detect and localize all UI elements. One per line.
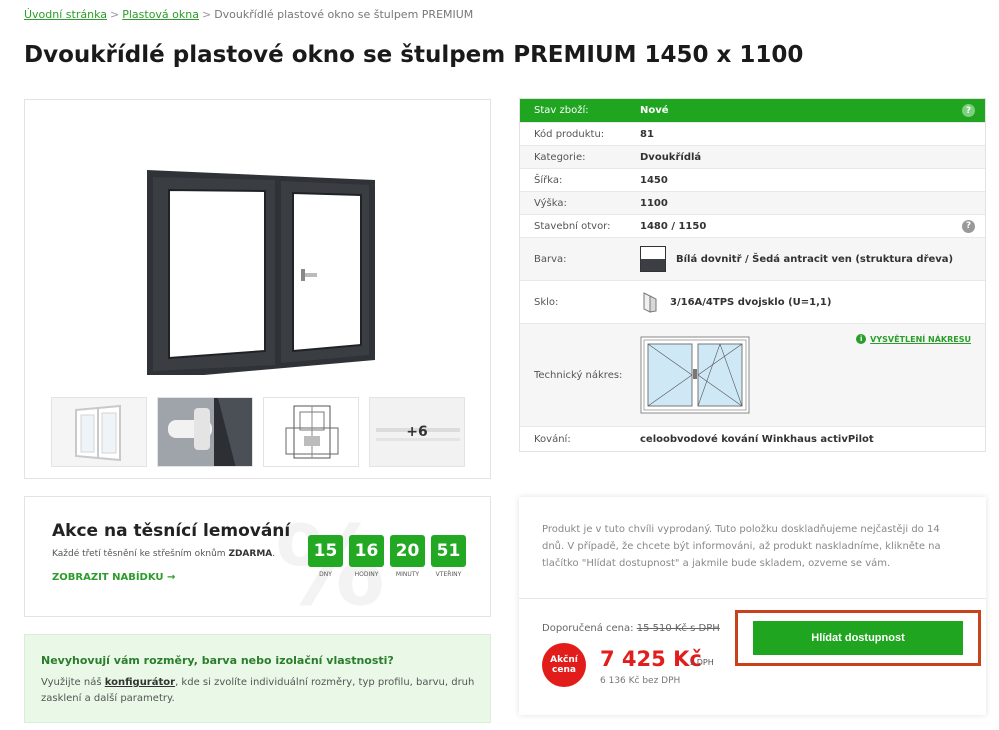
spec-row-technical-drawing: Technický nákres: i VYSVĚTLENÍ NÁKRESU — [520, 323, 985, 426]
configurator-tip-text: Využijte náš konfigurátor, kde si zvolít… — [41, 675, 481, 707]
spec-value: Nové — [640, 105, 669, 116]
color-swatch-icon — [640, 246, 666, 272]
sale-badge: Akční cena — [542, 643, 586, 687]
divider — [519, 598, 986, 599]
configurator-tip: Nevyhovují vám rozměry, barva nebo izola… — [24, 634, 491, 723]
spec-row-color: Barva: Bílá dovnitř / Šedá antracit ven … — [520, 237, 985, 280]
countdown-label: HODINY — [354, 571, 379, 578]
spec-value: 1450 — [640, 174, 668, 186]
promo-text-start: Každé třetí těsnění ke střešním oknům — [52, 549, 229, 559]
spec-value-glass: 3/16A/4TPS dvojsklo (U=1,1) — [640, 291, 985, 313]
breadcrumb: Úvodní stránka > Plastová okna > Dvoukřídlé … — [24, 8, 473, 21]
breadcrumb-current: Dvoukřídlé plastové okno se štulpem PREM… — [214, 8, 474, 21]
info-icon: i — [856, 334, 867, 344]
sale-price-suffix: s DPH — [690, 658, 714, 667]
spec-row-category: Kategorie: Dvoukřídlá — [520, 145, 985, 168]
recommended-price: Doporučená cena: 15 510 Kč s DPH — [542, 623, 720, 634]
countdown-value: 20 — [390, 535, 425, 567]
promo-text-bold: ZDARMA — [228, 549, 273, 559]
promo-text-end: . — [272, 549, 276, 559]
spec-label: Sklo: — [534, 296, 559, 308]
breadcrumb-home-link[interactable]: Úvodní stránka — [24, 8, 107, 21]
thumbnail-profile-section[interactable] — [263, 397, 359, 467]
glass-value: 3/16A/4TPS dvojsklo (U=1,1) — [670, 296, 832, 308]
product-main-image[interactable] — [125, 155, 385, 375]
spec-row-hardware: Kování: celoobvodové kování Winkhaus act… — [520, 426, 985, 451]
technical-drawing-image[interactable] — [640, 333, 750, 417]
spec-row-status: Stav zboží: Nové ? — [520, 99, 985, 122]
countdown-value: 51 — [431, 535, 466, 567]
countdown-days: 15 DNY — [308, 535, 343, 578]
help-icon[interactable]: ? — [962, 104, 975, 117]
spec-label: Stav zboží: — [534, 105, 589, 116]
availability-message: Produkt je v tuto chvíli vyprodaný. Tuto… — [542, 524, 941, 569]
recommended-price-label: Doporučená cena: — [542, 623, 634, 634]
promo-offer-link[interactable]: ZOBRAZIT NABÍDKU → — [52, 572, 175, 583]
spec-label: Šířka: — [534, 174, 563, 186]
countdown-value: 16 — [349, 535, 384, 567]
spec-row-product-code: Kód produktu: 81 — [520, 122, 985, 145]
promo-title: Akce na těsnící lemování — [52, 521, 291, 541]
spec-label: Výška: — [534, 197, 567, 209]
spec-label: Technický nákres: — [534, 369, 623, 381]
glass-pane-icon — [643, 292, 657, 313]
product-gallery: +6 — [24, 99, 491, 479]
sale-price: 7 425 Kč — [600, 647, 702, 671]
notify-button-highlight: Hlídat dostupnost — [735, 610, 981, 666]
spec-label: Kování: — [534, 433, 571, 445]
breadcrumb-separator: > — [201, 8, 212, 21]
watch-availability-button[interactable]: Hlídat dostupnost — [753, 621, 963, 655]
configurator-tip-title: Nevyhovují vám rozměry, barva nebo izola… — [41, 654, 394, 667]
old-price: 15 510 Kč s DPH — [636, 623, 720, 634]
spec-value: 1100 — [640, 197, 668, 209]
breadcrumb-category-link[interactable]: Plastová okna — [122, 8, 199, 21]
thumbnail-handle[interactable] — [157, 397, 253, 467]
drawing-explanation-label: VYSVĚTLENÍ NÁKRESU — [870, 334, 971, 344]
configurator-text-start: Využijte náš — [41, 677, 105, 688]
thumbnail-more-count: +6 — [406, 424, 428, 440]
countdown-value: 15 — [308, 535, 343, 567]
breadcrumb-separator: > — [110, 8, 120, 21]
countdown-timer: 15 DNY 16 HODINY 20 MINUTY 51 VTEŘINY — [308, 535, 466, 578]
spec-row-glass: Sklo: 3/16A/4TPS dvojsklo (U=1,1) — [520, 280, 985, 323]
price-without-vat: 6 136 Kč bez DPH — [600, 676, 681, 686]
product-spec-table: Stav zboží: Nové ? Kód produktu: 81 Kate… — [519, 98, 986, 452]
spec-row-building-opening: Stavební otvor: 1480 / 1150 ? — [520, 214, 985, 237]
spec-label: Kód produktu: — [534, 128, 605, 140]
spec-row-width: Šířka: 1450 — [520, 168, 985, 191]
spec-label: Stavební otvor: — [534, 220, 611, 232]
spec-label: Barva: — [534, 253, 567, 265]
countdown-label: VTEŘINY — [435, 571, 462, 578]
spec-label: Kategorie: — [534, 151, 586, 163]
color-value: Bílá dovnitř / Šedá antracit ven (strukt… — [676, 253, 954, 265]
configurator-link[interactable]: konfigurátor — [105, 677, 175, 688]
promo-banner: % Akce na těsnící lemování Každé třetí t… — [24, 496, 491, 617]
spec-value: Dvoukřídlá — [640, 151, 702, 163]
spec-value: 1480 / 1150 — [640, 220, 707, 232]
purchase-box: Produkt je v tuto chvíli vyprodaný. Tuto… — [519, 497, 986, 715]
drawing-explanation-link[interactable]: i VYSVĚTLENÍ NÁKRESU — [856, 334, 971, 344]
spec-value-drawing — [640, 333, 985, 417]
countdown-hours: 16 HODINY — [349, 535, 384, 578]
countdown-label: DNY — [319, 571, 332, 578]
thumbnail-strip: +6 — [51, 397, 465, 467]
countdown-minutes: 20 MINUTY — [390, 535, 425, 578]
page-title: Dvoukřídlé plastové okno se štulpem PREM… — [24, 42, 804, 68]
spec-row-height: Výška: 1100 — [520, 191, 985, 214]
spec-value: celoobvodové kování Winkhaus activPilot — [640, 433, 874, 445]
spec-value-color: Bílá dovnitř / Šedá antracit ven (strukt… — [640, 246, 985, 272]
spec-value: 81 — [640, 128, 654, 140]
promo-text: Každé třetí těsnění ke střešním oknům ZD… — [52, 549, 275, 559]
countdown-seconds: 51 VTEŘINY — [431, 535, 466, 578]
thumbnail-white-window[interactable] — [51, 397, 147, 467]
countdown-label: MINUTY — [395, 571, 420, 578]
help-icon[interactable]: ? — [962, 219, 975, 233]
thumbnail-more[interactable]: +6 — [369, 397, 465, 467]
